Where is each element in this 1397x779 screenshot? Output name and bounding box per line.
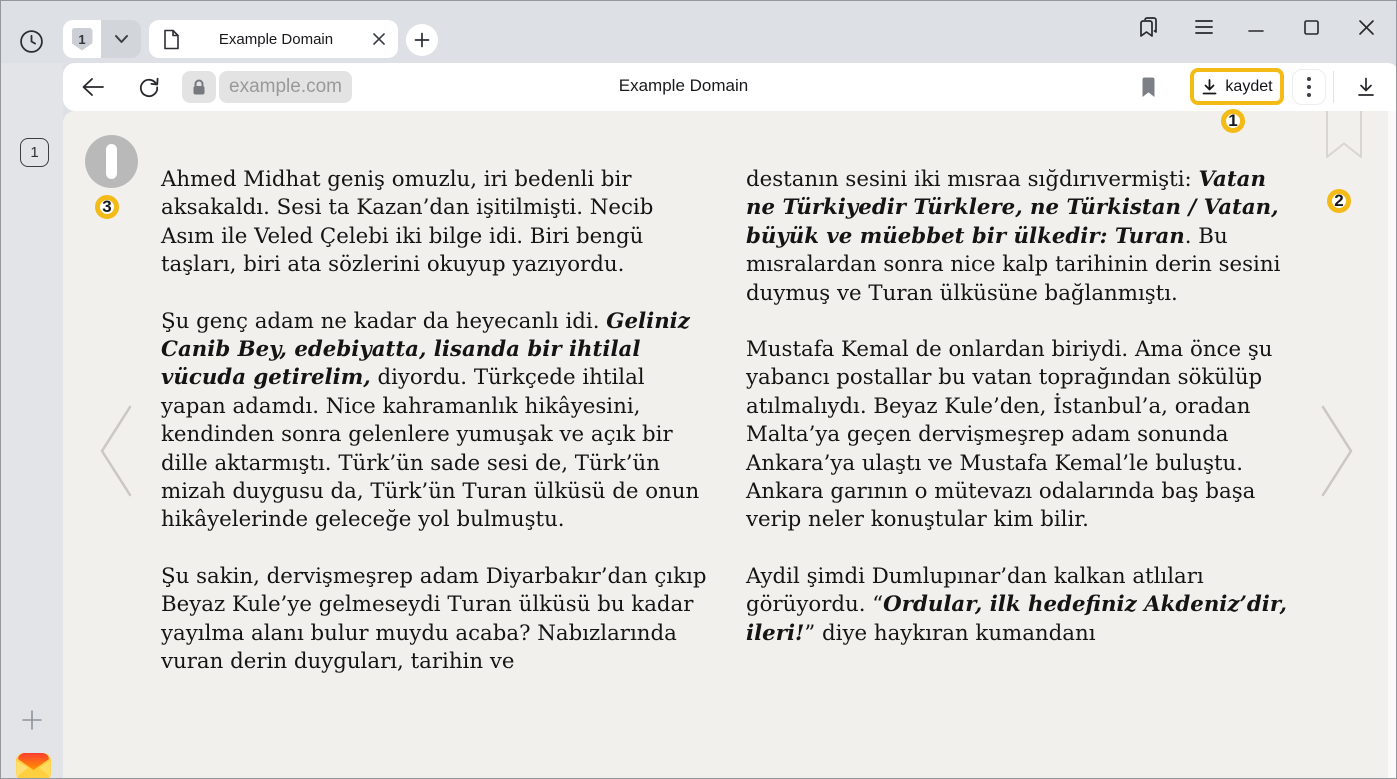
annotation-marker-2: 2 (1327, 189, 1351, 213)
tab-group-control[interactable]: 1 (63, 20, 141, 58)
save-options-button[interactable] (1292, 69, 1326, 105)
new-tab-button[interactable] (406, 24, 438, 56)
collections-button[interactable] (1136, 14, 1162, 40)
history-button[interactable] (17, 27, 45, 55)
reload-button[interactable] (135, 74, 163, 100)
hamburger-icon (1194, 19, 1214, 35)
plus-icon (20, 708, 44, 732)
save-button-label: kaydet (1225, 78, 1272, 96)
download-icon (1201, 78, 1218, 96)
article-column-right: destanın sesini iki mısraa sığdırıvermiş… (746, 166, 1293, 676)
annotation-marker-3: 3 (95, 195, 119, 219)
panel-tab-count: 1 (30, 144, 38, 161)
pause-bar-icon (106, 144, 117, 179)
back-button[interactable] (79, 74, 107, 100)
article-paragraph: Mustafa Kemal de onlardan biriydi. Ama ö… (746, 336, 1293, 535)
clock-icon (19, 29, 44, 54)
address-bar-domain[interactable]: example.com (219, 71, 352, 103)
tab-group-counter: 1 (63, 20, 101, 58)
tab-title: Example Domain (190, 31, 362, 48)
reload-icon (137, 75, 161, 99)
arrow-left-icon (80, 76, 106, 98)
kebab-menu-icon (1306, 76, 1312, 98)
menu-button[interactable] (1191, 14, 1217, 40)
omnibox-page-title[interactable]: Example Domain (421, 76, 946, 96)
yandex-mail-button[interactable] (14, 747, 52, 779)
chevron-left-icon (94, 403, 136, 499)
save-button[interactable]: kaydet (1190, 68, 1284, 105)
plus-icon (414, 32, 430, 48)
tab-count-badge: 1 (72, 28, 93, 51)
close-icon (1357, 18, 1376, 37)
side-panel: 1 (1, 63, 63, 779)
site-security-button[interactable] (182, 71, 216, 103)
maximize-button[interactable] (1298, 14, 1324, 40)
chevron-down-icon (114, 34, 129, 44)
next-page-button[interactable] (1315, 402, 1361, 500)
bookmark-flag-icon (1140, 76, 1157, 99)
lock-icon (192, 79, 206, 96)
domain-text: example.com (229, 76, 342, 98)
tab-strip: 1 Example Domain (1, 1, 1397, 63)
article-paragraph: Aydil şimdi Dumlupınar’dan kalkan atlıla… (746, 563, 1293, 648)
article-column-left: Ahmed Midhat geniş omuzlu, iri bedenli b… (161, 166, 708, 705)
previous-page-button[interactable] (92, 402, 138, 500)
tab-close-icon[interactable] (372, 32, 386, 46)
article-paragraph: Şu genç adam ne kadar da heyecanlı idi. … (161, 308, 708, 535)
page-icon (163, 29, 180, 50)
browser-window: 1 Example Domain (0, 0, 1397, 779)
chevron-right-icon (1317, 403, 1359, 499)
download-icon (1355, 76, 1377, 98)
scrollbar[interactable] (1388, 111, 1397, 779)
close-button[interactable] (1353, 14, 1379, 40)
yandex-mail-icon (15, 748, 52, 779)
tab-panel-button[interactable]: 1 (20, 138, 49, 167)
article-paragraph: Ahmed Midhat geniş omuzlu, iri bedenli b… (161, 166, 708, 280)
toolbar-separator (1333, 71, 1334, 103)
minimize-button[interactable] (1243, 14, 1269, 40)
article-paragraph: Şu sakin, dervişmeşrep adam Diyarbakır’d… (161, 563, 708, 677)
tab-count-value: 1 (78, 32, 85, 47)
article-paragraph: destanın sesini iki mısraa sığdırıvermiş… (746, 166, 1293, 308)
bookmarks-icon (1137, 15, 1161, 39)
sidebar-add-button[interactable] (19, 707, 45, 733)
reader-scroll-indicator[interactable] (85, 135, 138, 188)
bookmark-button[interactable] (1135, 74, 1161, 100)
annotation-marker-1: 1 (1221, 109, 1245, 133)
browser-toolbar: example.com Example Domain kaydet (63, 63, 1397, 111)
tab-example-domain[interactable]: Example Domain (149, 20, 398, 58)
tab-group-dropdown[interactable] (101, 20, 141, 58)
bookmark-ribbon-icon[interactable] (1325, 111, 1363, 161)
downloads-button[interactable] (1351, 73, 1381, 101)
maximize-icon (1303, 19, 1320, 36)
minimize-icon (1247, 18, 1265, 36)
